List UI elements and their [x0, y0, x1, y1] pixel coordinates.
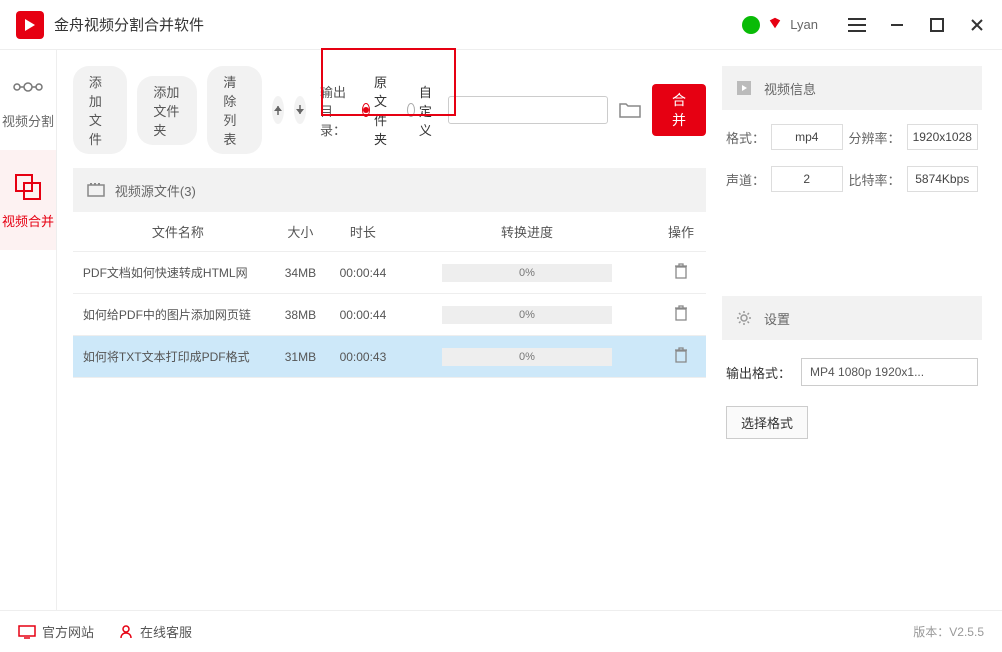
output-format-label: 输出格式：	[726, 363, 791, 382]
tab-video-split[interactable]: 视频分割	[0, 50, 56, 150]
file-size: 38MB	[273, 308, 328, 322]
file-duration: 00:00:43	[328, 350, 398, 364]
minimize-button[interactable]	[888, 16, 906, 34]
radio-custom-folder[interactable]: 自定义	[407, 82, 438, 139]
resolution-value: 1920x1028	[907, 124, 978, 150]
progress-bar: 0%	[442, 264, 612, 282]
diamond-icon	[768, 16, 782, 33]
headset-icon	[118, 624, 134, 640]
bitrate-label: 比特率：	[849, 170, 901, 189]
online-service-link[interactable]: 在线客服	[118, 622, 192, 641]
app-title: 金舟视频分割合并软件	[54, 14, 204, 35]
source-files-header: 视频源文件(3)	[73, 168, 706, 212]
choose-format-button[interactable]: 选择格式	[726, 406, 808, 439]
play-square-icon	[736, 80, 754, 96]
menu-icon[interactable]	[848, 16, 866, 34]
output-dir-label: 输出目录：	[320, 82, 348, 139]
file-duration: 00:00:44	[328, 308, 398, 322]
file-name: PDF文档如何快速转成HTML网	[73, 264, 273, 281]
table-row[interactable]: PDF文档如何快速转成HTML网34MB00:00:44 0%	[73, 252, 706, 294]
delete-button[interactable]	[674, 310, 688, 324]
wechat-icon	[742, 16, 760, 34]
output-format-select[interactable]: MP4 1080p 1920x1...	[801, 358, 978, 386]
channel-label: 声道：	[726, 170, 765, 189]
radio-original-folder[interactable]: 原文件夹	[362, 72, 393, 148]
table-row[interactable]: 如何给PDF中的图片添加网页链38MB00:00:44 0%	[73, 294, 706, 336]
gear-icon	[736, 310, 754, 326]
add-folder-button[interactable]: 添加文件夹	[137, 76, 197, 145]
output-path-input[interactable]	[448, 96, 608, 124]
version-label: 版本：V2.5.5	[913, 623, 984, 640]
progress-bar: 0%	[442, 306, 612, 324]
film-icon	[87, 182, 105, 198]
delete-button[interactable]	[674, 268, 688, 282]
merge-button[interactable]: 合并	[652, 84, 706, 136]
resolution-label: 分辨率：	[849, 128, 901, 147]
file-duration: 00:00:44	[328, 266, 398, 280]
merge-icon	[12, 171, 44, 203]
table-row[interactable]: 如何将TXT文本打印成PDF格式31MB00:00:43 0%	[73, 336, 706, 378]
table-header: 文件名称 大小 时长 转换进度 操作	[73, 212, 706, 252]
app-logo	[16, 11, 44, 39]
file-name: 如何给PDF中的图片添加网页链	[73, 306, 273, 323]
file-name: 如何将TXT文本打印成PDF格式	[73, 348, 273, 365]
video-info-header: 视频信息	[722, 66, 982, 110]
tab-label: 视频合并	[2, 211, 54, 230]
tab-label: 视频分割	[2, 111, 54, 130]
move-down-button[interactable]	[294, 96, 306, 124]
clear-list-button[interactable]: 清除列表	[207, 66, 261, 154]
official-site-link[interactable]: 官方网站	[18, 622, 94, 641]
browse-folder-button[interactable]	[618, 99, 642, 121]
bitrate-value: 5874Kbps	[907, 166, 978, 192]
file-size: 31MB	[273, 350, 328, 364]
progress-bar: 0%	[442, 348, 612, 366]
settings-header: 设置	[722, 296, 982, 340]
format-label: 格式：	[726, 128, 765, 147]
format-value: mp4	[771, 124, 842, 150]
close-button[interactable]	[968, 16, 986, 34]
username: Lyan	[790, 17, 818, 32]
monitor-icon	[18, 625, 36, 639]
file-size: 34MB	[273, 266, 328, 280]
split-icon	[12, 71, 44, 103]
move-up-button[interactable]	[272, 96, 284, 124]
tab-video-merge[interactable]: 视频合并	[0, 150, 56, 250]
channel-value: 2	[771, 166, 842, 192]
maximize-button[interactable]	[928, 16, 946, 34]
add-file-button[interactable]: 添加文件	[73, 66, 127, 154]
delete-button[interactable]	[674, 352, 688, 366]
